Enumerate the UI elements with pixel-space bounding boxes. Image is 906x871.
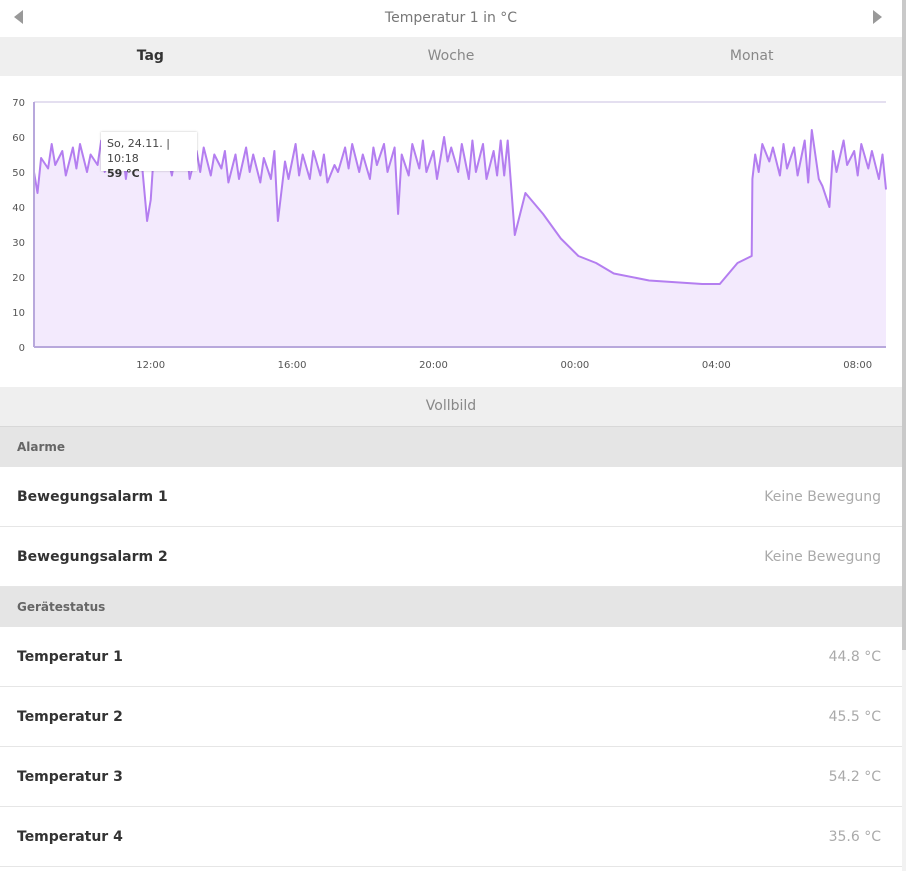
x-tick-label: 16:00 (278, 360, 307, 371)
row-value: 45.5 °C (828, 708, 881, 725)
status-row-4[interactable]: Temperatur 4 35.6 °C (0, 807, 902, 867)
scrollbar[interactable] (902, 0, 906, 871)
status-row-1[interactable]: Temperatur 1 44.8 °C (0, 627, 902, 687)
y-tick-label: 30 (12, 238, 25, 249)
alarm-row-2[interactable]: Bewegungsalarm 2 Keine Bewegung (0, 527, 902, 587)
y-tick-label: 20 (12, 273, 25, 284)
x-tick-label: 12:00 (136, 360, 165, 371)
row-value: Keine Bewegung (764, 548, 881, 565)
tooltip-value: 59 °C (107, 167, 140, 180)
scrollbar-thumb[interactable] (902, 0, 906, 650)
chart-title: Temperatur 1 in °C (384, 10, 518, 26)
time-range-tabs: Tag Woche Monat (0, 37, 902, 76)
x-tick-label: 08:00 (843, 360, 872, 371)
row-label: Bewegungsalarm 2 (17, 548, 168, 565)
row-value: Keine Bewegung (764, 488, 881, 505)
row-label: Temperatur 1 (17, 648, 123, 665)
tab-tag[interactable]: Tag (0, 37, 301, 76)
status-row-2[interactable]: Temperatur 2 45.5 °C (0, 687, 902, 747)
fullscreen-button[interactable]: Vollbild (0, 387, 902, 427)
x-tick-label: 00:00 (560, 360, 589, 371)
alarm-row-1[interactable]: Bewegungsalarm 1 Keine Bewegung (0, 467, 902, 527)
y-tick-label: 40 (12, 203, 25, 214)
row-label: Bewegungsalarm 1 (17, 488, 168, 505)
tooltip-time: So, 24.11. | 10:18 (107, 137, 170, 165)
y-tick-label: 60 (12, 133, 25, 144)
row-value: 44.8 °C (828, 648, 881, 665)
y-tick-label: 70 (12, 98, 25, 109)
chart-svg: 0 10 20 30 40 50 60 70 12:00 16:00 20:00 00:00 04:00… (12, 98, 887, 371)
chart-header: Temperatur 1 in °C (0, 0, 902, 37)
row-label: Temperatur 2 (17, 708, 123, 725)
y-tick-label: 0 (19, 343, 25, 354)
row-label: Temperatur 3 (17, 768, 123, 785)
app: Temperatur 1 in °C Tag Woche Monat 0 10 20… (0, 0, 902, 867)
chart-tooltip: So, 24.11. | 10:18 59 °C (101, 132, 197, 180)
row-label: Temperatur 4 (17, 828, 123, 845)
next-arrow-icon[interactable] (873, 10, 882, 24)
status-row-3[interactable]: Temperatur 3 54.2 °C (0, 747, 902, 807)
y-tick-label: 50 (12, 168, 25, 179)
y-tick-label: 10 (12, 308, 25, 319)
section-geraetestatus: Gerätestatus (0, 587, 902, 627)
section-alarme: Alarme (0, 427, 902, 467)
row-value: 54.2 °C (828, 768, 881, 785)
temperature-chart: 0 10 20 30 40 50 60 70 12:00 16:00 20:00 00:00 04:00… (0, 76, 902, 387)
x-tick-label: 04:00 (702, 360, 731, 371)
tab-monat[interactable]: Monat (601, 37, 902, 76)
x-tick-label: 20:00 (419, 360, 448, 371)
tab-woche[interactable]: Woche (301, 37, 602, 76)
row-value: 35.6 °C (828, 828, 881, 845)
